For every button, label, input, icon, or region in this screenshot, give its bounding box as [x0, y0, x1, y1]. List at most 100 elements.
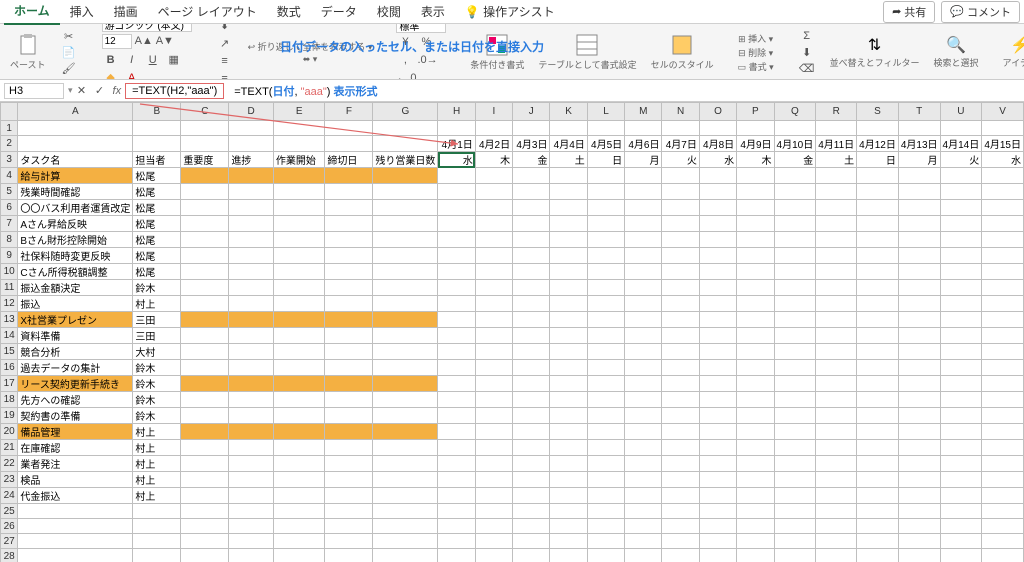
cell[interactable]: 残り営業日数	[373, 152, 438, 168]
cell[interactable]: 松尾	[133, 216, 181, 232]
cell[interactable]	[774, 472, 816, 488]
cell[interactable]	[816, 488, 857, 504]
cell[interactable]	[181, 168, 229, 184]
cell[interactable]	[699, 280, 736, 296]
cell[interactable]	[898, 184, 940, 200]
cell[interactable]	[662, 264, 699, 280]
cell[interactable]	[625, 344, 662, 360]
cell[interactable]	[373, 280, 438, 296]
cell[interactable]	[898, 472, 940, 488]
cell[interactable]	[816, 408, 857, 424]
cell[interactable]: 〇〇バス利用者運賃改定	[18, 200, 133, 216]
cell[interactable]: 社保料随時変更反映	[18, 248, 133, 264]
decrease-decimal-button[interactable]: ←.0	[396, 69, 414, 81]
cell[interactable]	[662, 408, 699, 424]
cell[interactable]: 村上	[133, 296, 181, 312]
cell[interactable]	[475, 504, 512, 519]
cell[interactable]	[373, 549, 438, 562]
cell[interactable]	[513, 519, 550, 534]
cell[interactable]	[229, 328, 274, 344]
cell[interactable]: 4月13日	[898, 136, 940, 152]
cell[interactable]: リース契約更新手続き	[18, 376, 133, 392]
cell[interactable]	[816, 216, 857, 232]
cell[interactable]	[587, 328, 624, 344]
cell[interactable]	[625, 296, 662, 312]
cell[interactable]: 水	[438, 152, 475, 168]
cell[interactable]: 松尾	[133, 200, 181, 216]
tab-home[interactable]: ホーム	[4, 0, 60, 25]
cell[interactable]	[662, 280, 699, 296]
cell[interactable]	[373, 472, 438, 488]
cell[interactable]	[816, 472, 857, 488]
cell[interactable]	[133, 519, 181, 534]
cell[interactable]	[229, 216, 274, 232]
cell[interactable]	[699, 456, 736, 472]
cell[interactable]	[816, 344, 857, 360]
cell[interactable]	[982, 200, 1024, 216]
cell[interactable]: 振込金額決定	[18, 280, 133, 296]
cell[interactable]	[587, 440, 624, 456]
column-header[interactable]: F	[325, 103, 373, 121]
cell[interactable]: 資料準備	[18, 328, 133, 344]
cell[interactable]	[475, 280, 512, 296]
cell[interactable]	[513, 472, 550, 488]
cell[interactable]	[774, 184, 816, 200]
cell[interactable]	[774, 232, 816, 248]
cell[interactable]	[438, 534, 475, 549]
cell[interactable]	[325, 408, 373, 424]
cell[interactable]	[438, 504, 475, 519]
cell[interactable]	[438, 424, 475, 440]
name-box[interactable]	[4, 83, 64, 99]
cell[interactable]	[940, 328, 982, 344]
cell[interactable]	[662, 248, 699, 264]
cell[interactable]: 日	[857, 152, 899, 168]
column-header[interactable]: I	[475, 103, 512, 121]
cell[interactable]	[816, 549, 857, 562]
font-name-select[interactable]	[102, 24, 192, 32]
cell[interactable]	[373, 312, 438, 328]
cell[interactable]	[662, 296, 699, 312]
column-header[interactable]: E	[273, 103, 325, 121]
cell[interactable]	[513, 440, 550, 456]
cell[interactable]	[625, 440, 662, 456]
cell[interactable]	[587, 232, 624, 248]
cell[interactable]	[816, 328, 857, 344]
cell[interactable]	[737, 216, 774, 232]
cell[interactable]	[513, 216, 550, 232]
cell[interactable]	[816, 456, 857, 472]
cell[interactable]	[373, 328, 438, 344]
cell[interactable]: 月	[625, 152, 662, 168]
cell[interactable]	[625, 168, 662, 184]
cell[interactable]	[181, 328, 229, 344]
cell[interactable]	[325, 376, 373, 392]
cell[interactable]	[940, 216, 982, 232]
cell[interactable]	[816, 184, 857, 200]
cell[interactable]	[273, 376, 325, 392]
cell[interactable]	[550, 534, 587, 549]
cell[interactable]: 重要度	[181, 152, 229, 168]
cell[interactable]	[550, 549, 587, 562]
cell[interactable]	[774, 328, 816, 344]
cell[interactable]	[181, 440, 229, 456]
cell[interactable]	[229, 472, 274, 488]
cell[interactable]	[737, 344, 774, 360]
cell[interactable]	[550, 456, 587, 472]
cell[interactable]: 4月6日	[625, 136, 662, 152]
cell[interactable]	[438, 280, 475, 296]
cell[interactable]	[273, 328, 325, 344]
column-header[interactable]: C	[181, 103, 229, 121]
cell[interactable]	[229, 280, 274, 296]
cell[interactable]: 火	[940, 152, 982, 168]
cell[interactable]	[774, 549, 816, 562]
cell[interactable]	[325, 549, 373, 562]
cell[interactable]	[857, 200, 899, 216]
cell[interactable]	[774, 312, 816, 328]
cell[interactable]	[513, 264, 550, 280]
cell[interactable]	[229, 168, 274, 184]
cell[interactable]	[550, 408, 587, 424]
cell[interactable]	[898, 376, 940, 392]
cell[interactable]	[438, 408, 475, 424]
cell[interactable]	[475, 392, 512, 408]
cell[interactable]	[373, 344, 438, 360]
cell[interactable]	[273, 264, 325, 280]
